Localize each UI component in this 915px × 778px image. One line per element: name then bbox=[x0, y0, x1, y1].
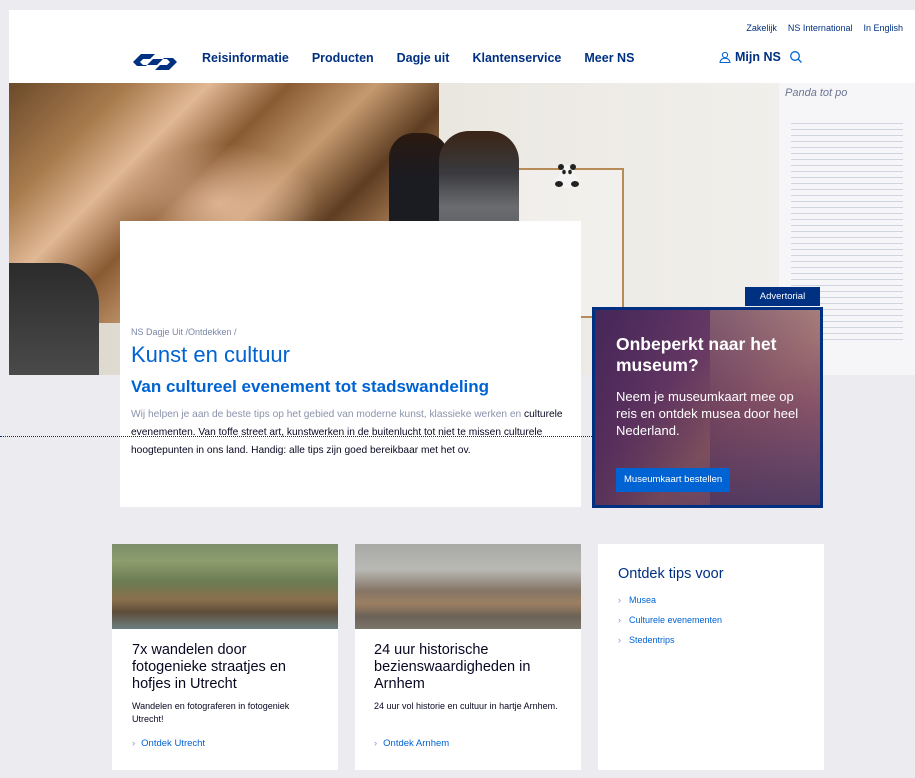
breadcrumb[interactable]: NS Dagje Uit /Ontdekken / bbox=[131, 327, 237, 337]
bench-image bbox=[9, 263, 99, 375]
page-title: Kunst en cultuur bbox=[131, 342, 290, 367]
tips-list: › Musea › Culturele evenementen › Stedentri… bbox=[618, 590, 722, 650]
search-icon[interactable] bbox=[789, 50, 803, 64]
advertorial-box[interactable]: Onbeperkt naar het museum? Neem je museu… bbox=[592, 307, 823, 508]
tips-link-label: Culturele evenementen bbox=[629, 615, 723, 625]
tips-card: Ontdek tips voor › Musea › Culturele evene… bbox=[598, 544, 824, 770]
tips-link-stedentrips[interactable]: › Stedentrips bbox=[618, 630, 722, 650]
museumkaart-button[interactable]: Museumkaart bestellen bbox=[616, 468, 731, 492]
chevron-right-icon: › bbox=[618, 635, 621, 645]
nav-meer-ns[interactable]: Meer NS bbox=[584, 51, 634, 65]
tips-link-culturele-evenementen[interactable]: › Culturele evenementen bbox=[618, 610, 722, 630]
utility-links: Zakelijk NS International In English bbox=[746, 23, 903, 33]
chevron-right-icon: › bbox=[618, 615, 621, 625]
user-icon bbox=[719, 51, 731, 63]
utrecht-photo bbox=[112, 544, 338, 629]
ontdek-arnhem-link[interactable]: › Ontdek Arnhem bbox=[374, 738, 449, 749]
ns-logo-icon[interactable] bbox=[131, 51, 179, 73]
panda-icon bbox=[555, 164, 579, 188]
nav-dagje-uit[interactable]: Dagje uit bbox=[397, 51, 450, 65]
article-card-arnhem[interactable]: 24 uur historische bezienswaardigheden i… bbox=[355, 544, 581, 770]
nav-reisinformatie[interactable]: Reisinformatie bbox=[202, 51, 289, 65]
advertorial-text: Neem je museumkaart mee op reis en ontde… bbox=[616, 389, 799, 438]
ontdek-utrecht-link[interactable]: › Ontdek Utrecht bbox=[132, 738, 205, 749]
article-card-utrecht[interactable]: 7x wandelen door fotogenieke straatjes e… bbox=[112, 544, 338, 770]
util-link-in-english[interactable]: In English bbox=[863, 23, 903, 33]
tips-link-label: Musea bbox=[629, 595, 657, 605]
advertorial-label: Advertorial bbox=[745, 287, 820, 306]
card-title[interactable]: 7x wandelen door fotogenieke straatjes e… bbox=[132, 642, 322, 693]
page-subtitle: Van cultureel evenement tot stadswandeli… bbox=[131, 377, 490, 396]
mijn-ns-label: Mijn NS bbox=[735, 50, 781, 64]
main-nav: Reisinformatie Producten Dagje uit Klant… bbox=[202, 51, 657, 65]
tips-link-label: Stedentrips bbox=[629, 635, 675, 645]
card-link-label: Ontdek Utrecht bbox=[141, 738, 206, 749]
wall-title-text: Panda tot po bbox=[785, 87, 848, 99]
tips-title: Ontdek tips voor bbox=[618, 566, 724, 582]
nav-klantenservice[interactable]: Klantenservice bbox=[472, 51, 561, 65]
card-link-label: Ontdek Arnhem bbox=[383, 738, 450, 749]
card-description: 24 uur vol historie en cultuur in hartje… bbox=[374, 701, 558, 711]
tips-link-musea[interactable]: › Musea bbox=[618, 590, 722, 610]
card-title[interactable]: 24 uur historische bezienswaardigheden i… bbox=[374, 642, 564, 693]
site-header: Zakelijk NS International In English Rei… bbox=[9, 10, 915, 83]
mijn-ns-button[interactable]: Mijn NS bbox=[719, 50, 781, 64]
arnhem-photo bbox=[355, 544, 581, 629]
intro-text-faded: Wij helpen je aan de beste tips op het g… bbox=[131, 409, 522, 420]
util-link-ns-international[interactable]: NS International bbox=[788, 23, 853, 33]
card-description: Wandelen en fotograferen in fotogeniek U… bbox=[132, 701, 290, 724]
intro-text: Wij helpen je aan de beste tips op het g… bbox=[131, 406, 571, 460]
chevron-right-icon: › bbox=[618, 595, 621, 605]
chevron-right-icon: › bbox=[374, 738, 378, 749]
nav-producten[interactable]: Producten bbox=[312, 51, 374, 65]
divider bbox=[0, 436, 600, 437]
advertorial-title: Onbeperkt naar het museum? bbox=[616, 334, 777, 375]
chevron-right-icon: › bbox=[132, 738, 136, 749]
util-link-zakelijk[interactable]: Zakelijk bbox=[746, 23, 777, 33]
